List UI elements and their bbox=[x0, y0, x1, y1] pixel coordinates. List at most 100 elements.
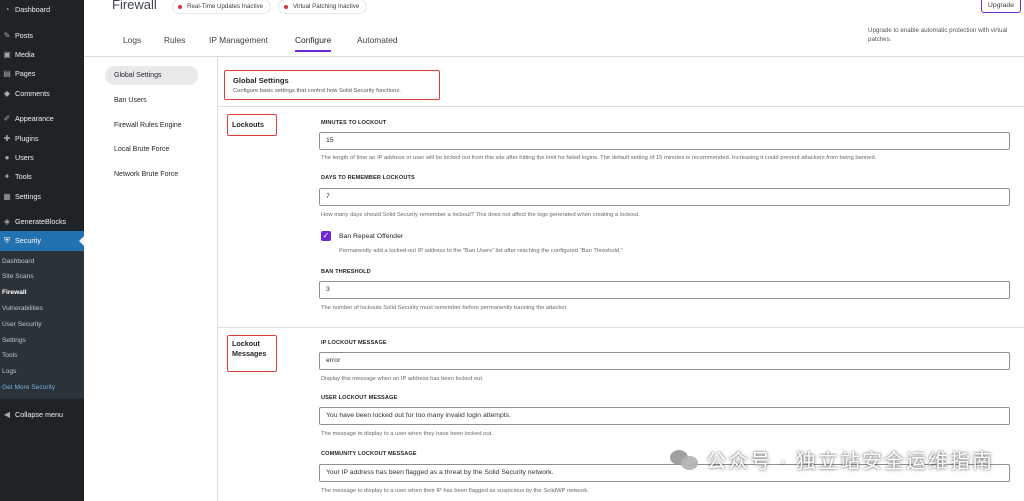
community-lockout-message-label: COMMUNITY LOCKOUT MESSAGE bbox=[321, 451, 417, 457]
sidebar-item-generateblocks[interactable]: ◈ GenerateBlocks bbox=[0, 212, 84, 231]
sidebar-item-plugins[interactable]: ✚ Plugins bbox=[0, 128, 84, 147]
dashboard-icon: ◔ bbox=[4, 5, 10, 15]
realtime-updates-badge: Real-Time Updates Inactive bbox=[172, 0, 272, 14]
collapse-icon: ◀ bbox=[3, 410, 11, 420]
tab-configure[interactable]: Configure bbox=[295, 35, 332, 52]
submenu-item-settings[interactable]: Settings bbox=[0, 333, 84, 349]
sidebar-item-label: Pages bbox=[15, 69, 36, 79]
sidebar-item-label: Posts bbox=[15, 30, 33, 40]
sidebar-item-tools[interactable]: ✦ Tools bbox=[0, 167, 84, 186]
sidebar-item-label: Tools bbox=[15, 172, 32, 182]
submenu-item-vulnerabilities[interactable]: Vulnerabilities bbox=[0, 301, 84, 317]
user-lockout-message-help: The message to display to a user when th… bbox=[321, 431, 493, 437]
nav-network-brute-force[interactable]: Network Brute Force bbox=[114, 171, 178, 178]
nav-firewall-rules-engine[interactable]: Firewall Rules Engine bbox=[114, 122, 182, 129]
days-to-remember-input[interactable]: 7 bbox=[319, 188, 1010, 206]
user-lockout-message-label: USER LOCKOUT MESSAGE bbox=[321, 395, 398, 401]
submenu-item-dashboard[interactable]: Dashboard bbox=[0, 254, 84, 270]
security-submenu: Dashboard Site Scans Firewall Vulnerabiliti… bbox=[0, 250, 84, 399]
group-label-line: Messages bbox=[232, 348, 267, 358]
settings-nav: Global Settings Ban Users Firewall Rules… bbox=[84, 57, 218, 501]
sidebar-item-security[interactable]: ⛨ Security bbox=[0, 231, 84, 251]
sidebar-item-pages[interactable]: ▤ Pages bbox=[0, 64, 84, 83]
days-to-remember-label: DAYS TO REMEMBER LOCKOUTS bbox=[321, 175, 415, 181]
submenu-item-get-more-security[interactable]: Get More Security bbox=[0, 380, 84, 396]
ip-lockout-message-label: IP LOCKOUT MESSAGE bbox=[321, 340, 387, 346]
group-label-line: Lockout bbox=[232, 339, 260, 348]
plugin-icon: ✚ bbox=[3, 133, 11, 143]
settings-icon: ▦ bbox=[3, 191, 11, 201]
nav-ban-users[interactable]: Ban Users bbox=[114, 97, 147, 104]
sidebar-item-label: Dashboard bbox=[15, 5, 51, 15]
collapse-menu-label: Collapse menu bbox=[15, 410, 63, 420]
ban-repeat-label: Ban Repeat Offender bbox=[339, 233, 404, 240]
nav-global-settings[interactable]: Global Settings bbox=[105, 66, 198, 85]
minutes-to-lockout-input[interactable]: 15 bbox=[319, 132, 1010, 150]
wrench-icon: ✦ bbox=[3, 172, 11, 182]
minutes-to-lockout-label: MINUTES TO LOCKOUT bbox=[321, 120, 387, 126]
submenu-item-tools[interactable]: Tools bbox=[0, 348, 84, 364]
minutes-to-lockout-help: The length of time an IP address or user… bbox=[321, 155, 877, 161]
divider bbox=[218, 106, 1024, 107]
main-content: Global Settings Configure basic settings… bbox=[218, 57, 1024, 501]
ban-threshold-input[interactable]: 3 bbox=[319, 281, 1010, 299]
tab-rules[interactable]: Rules bbox=[164, 35, 185, 50]
watermark-text: 公众号 · 独立站安全运维指南 bbox=[706, 451, 994, 473]
badge-label: Virtual Patching Inactive bbox=[293, 3, 360, 10]
brush-icon: ✐ bbox=[3, 114, 11, 124]
shield-icon: ⛨ bbox=[4, 235, 10, 245]
badge-label: Real-Time Updates Inactive bbox=[187, 3, 264, 10]
sidebar-item-appearance[interactable]: ✐ Appearance bbox=[0, 109, 84, 128]
watermark: 公众号 · 独立站安全运维指南 bbox=[670, 445, 994, 474]
nav-local-brute-force[interactable]: Local Brute Force bbox=[114, 146, 169, 153]
upgrade-notice: Upgrade to enable automatic protection w… bbox=[868, 27, 1008, 43]
page-title: Firewall bbox=[112, 0, 157, 12]
section-title: Global Settings bbox=[233, 76, 289, 85]
pin-icon: ✎ bbox=[3, 30, 11, 40]
blocks-icon: ◈ bbox=[3, 217, 11, 227]
admin-sidebar: ◔ Dashboard ✎ Posts ▣ Media ▤ Pages ◆ Comments ✐ Ap… bbox=[0, 0, 84, 501]
ban-threshold-help: The number of lockouts Solid Security mu… bbox=[321, 305, 568, 311]
tab-automated[interactable]: Automated bbox=[357, 35, 398, 50]
status-dot-icon bbox=[284, 4, 288, 9]
ip-lockout-message-input[interactable]: error bbox=[319, 352, 1010, 370]
submenu-item-firewall[interactable]: Firewall bbox=[0, 285, 84, 301]
sidebar-item-label: Settings bbox=[15, 191, 41, 201]
submenu-item-site-scans[interactable]: Site Scans bbox=[0, 269, 84, 285]
sidebar-item-settings[interactable]: ▦ Settings bbox=[0, 187, 84, 206]
lockouts-group-label: Lockouts bbox=[227, 114, 277, 136]
community-lockout-message-help: The message to display to a user when th… bbox=[321, 488, 589, 494]
sidebar-item-label: Plugins bbox=[15, 133, 39, 143]
sidebar-item-posts[interactable]: ✎ Posts bbox=[0, 25, 84, 44]
wechat-logo-icon bbox=[670, 448, 700, 472]
ban-threshold-label: BAN THRESHOLD bbox=[321, 269, 371, 275]
users-icon: ● bbox=[4, 152, 10, 162]
tab-bar: Logs Rules IP Management Configure Autom… bbox=[84, 22, 1024, 57]
sidebar-item-label: GenerateBlocks bbox=[15, 217, 67, 227]
sidebar-item-dashboard[interactable]: ◔ Dashboard bbox=[0, 0, 84, 19]
section-subtitle: Configure basic settings that control ho… bbox=[233, 88, 401, 94]
divider bbox=[218, 327, 1024, 328]
ban-repeat-help: Permanently add a locked-out IP address … bbox=[339, 248, 623, 254]
collapse-menu-button[interactable]: ◀ Collapse menu bbox=[0, 405, 84, 424]
ban-repeat-checkbox[interactable]: ✓ bbox=[321, 231, 331, 241]
media-icon: ▣ bbox=[3, 49, 11, 59]
user-lockout-message-input[interactable]: You have been locked out for too many in… bbox=[319, 407, 1010, 425]
tab-ip-management[interactable]: IP Management bbox=[209, 35, 268, 50]
upgrade-button[interactable]: Upgrade bbox=[980, 0, 1021, 13]
tab-logs[interactable]: Logs bbox=[123, 35, 141, 50]
submenu-item-logs[interactable]: Logs bbox=[0, 364, 84, 380]
sidebar-item-label: Media bbox=[15, 49, 35, 59]
submenu-item-user-security[interactable]: User Security bbox=[0, 317, 84, 333]
lockout-messages-group-label: Lockout Messages bbox=[227, 335, 277, 372]
sidebar-item-users[interactable]: ● Users bbox=[0, 148, 84, 167]
sidebar-item-label: Security bbox=[15, 236, 41, 246]
sidebar-item-label: Appearance bbox=[15, 114, 54, 124]
sidebar-item-comments[interactable]: ◆ Comments bbox=[0, 84, 84, 103]
page-icon: ▤ bbox=[3, 69, 11, 79]
sidebar-item-media[interactable]: ▣ Media bbox=[0, 45, 84, 64]
status-dot-icon bbox=[178, 4, 182, 9]
comment-icon: ◆ bbox=[3, 88, 11, 98]
section-header: Global Settings Configure basic settings… bbox=[224, 70, 440, 100]
ip-lockout-message-help: Display this message when an IP address … bbox=[321, 376, 484, 382]
